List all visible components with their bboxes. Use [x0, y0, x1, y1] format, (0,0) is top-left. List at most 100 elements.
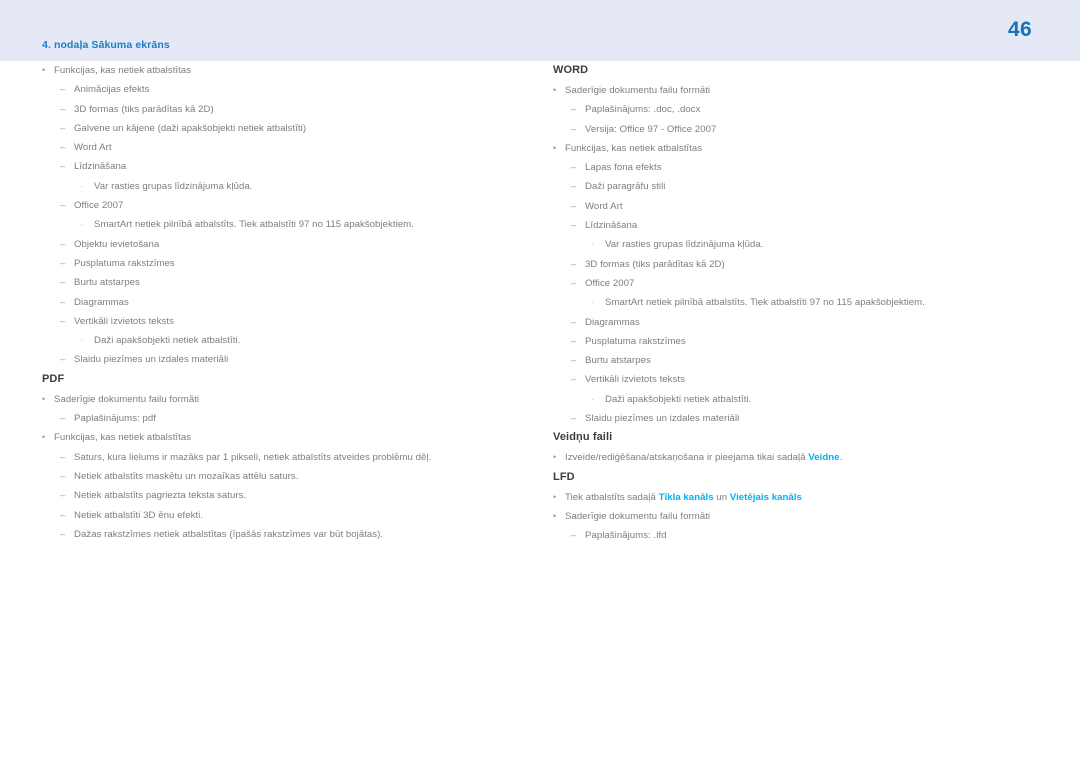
- list-item-label: Office 2007: [74, 200, 124, 212]
- list-item-label: Vertikāli izvietots teksts: [74, 315, 174, 327]
- list-item-label: Saderīgie dokumentu failu formāti: [565, 85, 711, 96]
- list-item-label: Līdzināšana: [74, 161, 127, 173]
- list-item-label: Saturs, kura lielums ir mazāks par 1 pik…: [74, 451, 432, 463]
- list-item: – Burtu atstarpes: [42, 273, 542, 292]
- list-item: · SmartArt netiek pilnībā atbalstīts. Tie…: [553, 293, 1053, 312]
- list-item-label: Saderīgie dokumentu failu formāti: [54, 393, 200, 405]
- inline-link[interactable]: Tīkla kanāls: [659, 492, 714, 503]
- list-item: – Netiek atbalstīti 3D ēnu efekti.: [42, 506, 542, 525]
- list-item: – Daži paragrāfu stili: [553, 177, 1053, 196]
- bullet-marker-icon: •: [42, 65, 46, 75]
- bullet-marker-icon: –: [571, 162, 577, 174]
- list-item: – Slaidu piezīmes un izdales materiāli: [553, 409, 1053, 428]
- list-item: – Office 2007: [42, 196, 542, 215]
- list-item: – Netiek atbalstīts pagriezta teksta satu…: [42, 486, 542, 505]
- list-item-label: Lapas fona efekts: [585, 162, 662, 174]
- bullet-marker-icon: –: [60, 451, 66, 463]
- content-section: Veidņu faili • Izveide/rediģēšana/atskaņoš…: [553, 428, 1053, 467]
- list-item-label: Daži paragrāfu stili: [585, 181, 666, 193]
- bullet-marker-icon: –: [571, 123, 577, 135]
- list-item: – Vertikāli izvietots teksts: [553, 370, 1053, 389]
- bullet-marker-icon: –: [60, 413, 66, 425]
- list-item: – Animācijas efekts: [42, 80, 542, 99]
- list-item: – Burtu atstarpes: [553, 351, 1053, 370]
- list-item-label: Daži apakšobjekti netiek atbalstīti.: [605, 393, 752, 405]
- list-item-label: Vertikāli izvietots teksts: [585, 374, 685, 386]
- bullet-marker-icon: –: [571, 277, 577, 289]
- bullet-marker-icon: –: [60, 142, 66, 154]
- bullet-marker-icon: •: [553, 491, 557, 502]
- bullet-list: • Izveide/rediģēšana/atskaņošana ir pieej…: [553, 448, 1053, 467]
- list-item-label: Daži apakšobjekti netiek atbalstīti.: [94, 335, 241, 347]
- list-item: • Tiek atbalstīts sadaļā Tīkla kanāls un …: [553, 488, 1053, 507]
- list-item-label: 3D formas (tiks parādītas kā 2D): [74, 103, 214, 115]
- bullet-marker-icon: ·: [80, 181, 83, 191]
- bullet-marker-icon: ·: [591, 298, 594, 308]
- list-item: • Izveide/rediģēšana/atskaņošana ir pieej…: [553, 448, 1053, 467]
- list-item: – Netiek atbalstīts maskētu un mozaīkas a…: [42, 467, 542, 486]
- page-number: 46: [1008, 18, 1032, 41]
- list-item-label: Var rasties grupas līdzinājuma kļūda.: [605, 239, 764, 251]
- bullet-list: • Tiek atbalstīts sadaļā Tīkla kanāls un …: [553, 488, 1053, 546]
- list-item: · Var rasties grupas līdzinājuma kļūda.: [42, 177, 542, 196]
- content-section: • Funkcijas, kas netiek atbalstītas – Animā…: [42, 61, 542, 370]
- list-item: – Līdzināšana: [553, 216, 1053, 235]
- list-item: – Diagrammas: [553, 313, 1053, 332]
- list-item-label: Izveide/rediģēšana/atskaņošana ir pieeja…: [565, 448, 842, 467]
- list-item: – Līdzināšana: [42, 157, 542, 176]
- list-item-label: Tiek atbalstīts sadaļā Tīkla kanāls un V…: [565, 488, 802, 507]
- bullet-marker-icon: •: [553, 452, 557, 463]
- bullet-marker-icon: –: [571, 374, 577, 386]
- bullet-list: • Funkcijas, kas netiek atbalstītas – Animā…: [42, 61, 542, 370]
- page-body: • Funkcijas, kas netiek atbalstītas – Animā…: [0, 61, 1080, 763]
- list-item-label: Var rasties grupas līdzinājuma kļūda.: [94, 180, 253, 192]
- list-item: – Slaidu piezīmes un izdales materiāli: [42, 350, 542, 369]
- list-item-label: Burtu atstarpes: [74, 277, 140, 289]
- bullet-marker-icon: –: [60, 490, 66, 502]
- list-item-label: Netiek atbalstīts pagriezta teksta satur…: [74, 490, 247, 502]
- bullet-marker-icon: •: [553, 510, 557, 521]
- list-item-label: Funkcijas, kas netiek atbalstītas: [54, 432, 192, 444]
- bullet-marker-icon: –: [60, 296, 66, 308]
- list-item: – Versija: Office 97 - Office 2007: [553, 120, 1053, 139]
- bullet-marker-icon: •: [42, 393, 46, 404]
- bullet-marker-icon: –: [571, 104, 577, 116]
- list-item-label: SmartArt netiek pilnībā atbalstīts. Tiek…: [94, 219, 414, 231]
- list-item: • Funkcijas, kas netiek atbalstītas: [553, 139, 1053, 158]
- bullet-marker-icon: –: [60, 161, 66, 173]
- bullet-marker-icon: –: [571, 258, 577, 270]
- list-item: • Saderīgie dokumentu failu formāti: [42, 390, 542, 409]
- section-heading: WORD: [553, 64, 589, 76]
- bullet-marker-icon: –: [60, 470, 66, 482]
- page-header-band: 4. nodaļa Sākuma ekrāns 46: [0, 0, 1080, 61]
- bullet-marker-icon: –: [571, 355, 577, 367]
- list-item: – Diagrammas: [42, 293, 542, 312]
- bullet-marker-icon: ·: [591, 240, 594, 250]
- content-section: PDF • Saderīgie dokumentu failu formāti – Pa…: [42, 370, 542, 544]
- bullet-marker-icon: ·: [80, 220, 83, 230]
- bullet-marker-icon: –: [571, 335, 577, 347]
- inline-link[interactable]: Veidne: [808, 452, 839, 463]
- content-section: WORD • Saderīgie dokumentu failu formāti – P…: [553, 61, 1053, 428]
- list-item-label: Netiek atbalstīti 3D ēnu efekti.: [74, 509, 204, 521]
- list-item: • Saderīgie dokumentu failu formāti: [553, 81, 1053, 100]
- bullet-marker-icon: –: [60, 122, 66, 134]
- list-item-label: Līdzināšana: [585, 220, 638, 232]
- inline-text: .: [839, 452, 843, 464]
- list-item-label: Dažas rakstzīmes netiek atbalstītas (īpa…: [74, 528, 384, 540]
- list-item: – Vertikāli izvietots teksts: [42, 312, 542, 331]
- list-item: – Saturs, kura lielums ir mazāks par 1 pi…: [42, 448, 542, 467]
- list-item-label: 3D formas (tiks parādītas kā 2D): [585, 258, 725, 270]
- list-item: – Paplašinājums: .doc, .docx: [553, 100, 1053, 119]
- bullet-marker-icon: •: [553, 85, 557, 95]
- bullet-marker-icon: –: [60, 200, 66, 212]
- list-item-label: Pusplatuma rakstzīmes: [74, 257, 175, 269]
- list-item: – Lapas fona efekts: [553, 158, 1053, 177]
- list-item-label: Objektu ievietošana: [74, 238, 160, 250]
- list-item-label: Versija: Office 97 - Office 2007: [585, 123, 717, 135]
- list-item-label: Netiek atbalstīts maskētu un mozaīkas at…: [74, 470, 299, 482]
- inline-link[interactable]: Vietējais kanāls: [730, 492, 802, 503]
- list-item-label: Word Art: [585, 200, 623, 212]
- list-item-label: Paplašinājums: pdf: [74, 413, 156, 425]
- list-item-label: Burtu atstarpes: [585, 355, 651, 367]
